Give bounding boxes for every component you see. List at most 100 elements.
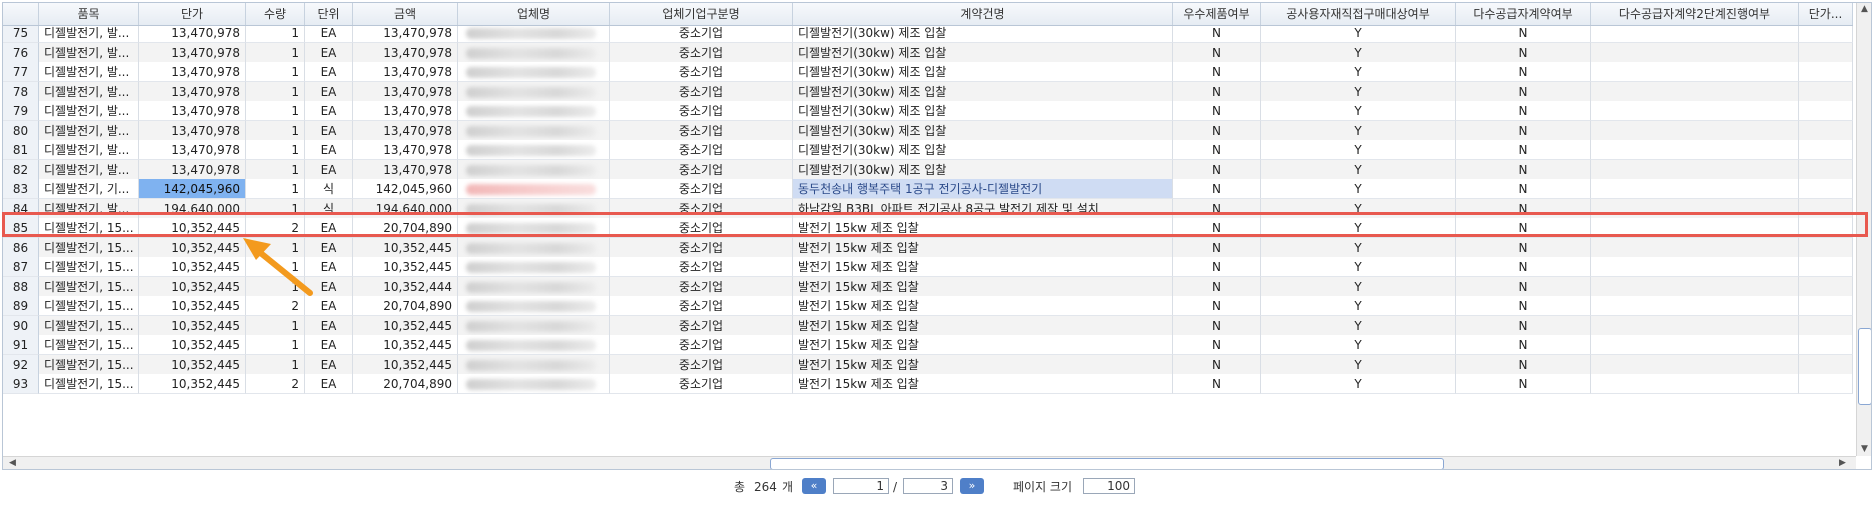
multi-supplier-cell[interactable]: N xyxy=(1456,276,1591,297)
table-row[interactable]: 88 디젤발전기, 15... 10,352,445 1 EA 10,352,444 중소기… xyxy=(3,276,1853,297)
contract-cell[interactable]: 디젤발전기(30kw) 제조 입찰 xyxy=(793,120,1173,141)
multi-supplier-2nd-cell[interactable] xyxy=(1591,335,1799,355)
qty-cell[interactable]: 1 xyxy=(246,140,305,160)
excellent-cell[interactable]: N xyxy=(1173,159,1261,180)
row-index[interactable]: 88 xyxy=(3,276,39,297)
row-index[interactable]: 81 xyxy=(3,140,39,160)
multi-supplier-2nd-cell[interactable] xyxy=(1591,159,1799,180)
company-type-cell[interactable]: 중소기업 xyxy=(610,237,793,258)
company-cell-blurred[interactable] xyxy=(458,81,610,102)
multi-supplier-cell[interactable]: N xyxy=(1456,374,1591,394)
row-index[interactable]: 86 xyxy=(3,237,39,258)
price-cell[interactable]: 13,470,978 xyxy=(139,26,246,43)
direct-purchase-cell[interactable]: Y xyxy=(1261,315,1456,336)
amount-cell[interactable]: 10,352,445 xyxy=(353,315,458,336)
price-cell[interactable]: 13,470,978 xyxy=(139,120,246,141)
contract-cell[interactable]: 발전기 15kw 제조 입찰 xyxy=(793,296,1173,316)
company-type-cell[interactable]: 중소기업 xyxy=(610,315,793,336)
unit-price-more-cell[interactable] xyxy=(1799,42,1853,63)
price-cell[interactable]: 10,352,445 xyxy=(139,374,246,394)
table-row[interactable]: 81 디젤발전기, 발... 13,470,978 1 EA 13,470,978 중소기업… xyxy=(3,140,1853,160)
company-cell-blurred[interactable] xyxy=(458,179,610,199)
company-cell-blurred[interactable] xyxy=(458,120,610,141)
company-cell-blurred[interactable] xyxy=(458,374,610,394)
multi-supplier-2nd-cell[interactable] xyxy=(1591,26,1799,43)
unit-price-more-header[interactable]: 단가... xyxy=(1799,3,1853,25)
next-page-button[interactable]: » xyxy=(960,478,984,494)
item-cell[interactable]: 디젤발전기, 15... xyxy=(39,257,139,277)
table-row[interactable]: 92 디젤발전기, 15... 10,352,445 1 EA 10,352,445 중소기… xyxy=(3,354,1853,375)
multi-supplier-2nd-cell[interactable] xyxy=(1591,62,1799,82)
contract-cell[interactable]: 디젤발전기(30kw) 제조 입찰 xyxy=(793,42,1173,63)
contract-cell[interactable]: 발전기 15kw 제조 입찰 xyxy=(793,315,1173,336)
qty-cell[interactable]: 1 xyxy=(246,159,305,180)
excellent-cell[interactable]: N xyxy=(1173,120,1261,141)
contract-cell[interactable]: 발전기 15kw 제조 입찰 xyxy=(793,218,1173,238)
horizontal-scroll-thumb[interactable] xyxy=(770,458,1444,469)
multi-supplier-2nd-cell[interactable] xyxy=(1591,101,1799,121)
row-index[interactable]: 82 xyxy=(3,159,39,180)
prev-page-button[interactable]: « xyxy=(802,478,826,494)
table-row[interactable]: 79 디젤발전기, 발... 13,470,978 1 EA 13,470,978 중소기업… xyxy=(3,101,1853,121)
qty-cell[interactable]: 2 xyxy=(246,374,305,394)
direct-purchase-cell[interactable]: Y xyxy=(1261,62,1456,82)
table-row[interactable]: 76 디젤발전기, 발... 13,470,978 1 EA 13,470,978 중소기업… xyxy=(3,42,1853,63)
item-cell[interactable]: 디젤발전기, 발... xyxy=(39,101,139,121)
excellent-cell[interactable]: N xyxy=(1173,198,1261,219)
qty-cell[interactable]: 1 xyxy=(246,257,305,277)
multi-supplier-cell[interactable]: N xyxy=(1456,159,1591,180)
price-cell[interactable]: 10,352,445 xyxy=(139,354,246,375)
row-index[interactable]: 77 xyxy=(3,62,39,82)
company-type-cell[interactable]: 중소기업 xyxy=(610,159,793,180)
unit-cell[interactable]: EA xyxy=(305,42,353,63)
excellent-cell[interactable]: N xyxy=(1173,62,1261,82)
unit-cell[interactable]: EA xyxy=(305,62,353,82)
vertical-scrollbar[interactable]: ▲ ▼ xyxy=(1856,3,1871,456)
current-page-input[interactable]: 1 xyxy=(833,478,889,494)
amount-cell[interactable]: 10,352,445 xyxy=(353,257,458,277)
company-cell-blurred[interactable] xyxy=(458,218,610,238)
row-index[interactable]: 83 xyxy=(3,179,39,199)
company-cell-blurred[interactable] xyxy=(458,315,610,336)
unit-cell[interactable]: 식 xyxy=(305,198,353,219)
unit-cell[interactable]: EA xyxy=(305,26,353,43)
amount-cell[interactable]: 10,352,444 xyxy=(353,276,458,297)
multi-supplier-2nd-cell[interactable] xyxy=(1591,257,1799,277)
excellent-cell[interactable]: N xyxy=(1173,335,1261,355)
contract-cell[interactable]: 디젤발전기(30kw) 제조 입찰 xyxy=(793,159,1173,180)
multi-supplier-cell[interactable]: N xyxy=(1456,140,1591,160)
amount-cell[interactable]: 10,352,445 xyxy=(353,354,458,375)
table-row[interactable]: 91 디젤발전기, 15... 10,352,445 1 EA 10,352,445 중소기… xyxy=(3,335,1853,355)
contract-cell[interactable]: 발전기 15kw 제조 입찰 xyxy=(793,335,1173,355)
direct-purchase-cell[interactable]: Y xyxy=(1261,42,1456,63)
page-size-input[interactable]: 100 xyxy=(1083,478,1135,494)
company-type-cell[interactable]: 중소기업 xyxy=(610,257,793,277)
contract-cell[interactable]: 하남감일 B3BL 아파트 전기공사 8공구 발전기 제작 및 설치 xyxy=(793,198,1173,219)
table-row[interactable]: 85 디젤발전기, 15... 10,352,445 2 EA 20,704,890 중소기… xyxy=(3,218,1853,238)
multi-supplier-cell[interactable]: N xyxy=(1456,257,1591,277)
row-index[interactable]: 91 xyxy=(3,335,39,355)
table-row[interactable]: 75 디젤발전기, 발... 13,470,978 1 EA 13,470,978 중소기업… xyxy=(3,26,1853,43)
company-type-cell[interactable]: 중소기업 xyxy=(610,42,793,63)
amount-cell[interactable]: 10,352,445 xyxy=(353,237,458,258)
price-cell[interactable]: 13,470,978 xyxy=(139,62,246,82)
company-cell-blurred[interactable] xyxy=(458,257,610,277)
item-cell[interactable]: 디젤발전기, 발... xyxy=(39,159,139,180)
contract-cell[interactable]: 발전기 15kw 제조 입찰 xyxy=(793,374,1173,394)
direct-purchase-cell[interactable]: Y xyxy=(1261,354,1456,375)
unit-cell[interactable]: EA xyxy=(305,140,353,160)
direct-purchase-cell[interactable]: Y xyxy=(1261,120,1456,141)
item-cell[interactable]: 디젤발전기, 발... xyxy=(39,120,139,141)
company-cell-blurred[interactable] xyxy=(458,62,610,82)
qty-cell[interactable]: 1 xyxy=(246,42,305,63)
item-cell[interactable]: 디젤발전기, 15... xyxy=(39,218,139,238)
item-cell[interactable]: 디젤발전기, 발... xyxy=(39,140,139,160)
unit-price-more-cell[interactable] xyxy=(1799,62,1853,82)
row-index-header[interactable] xyxy=(3,3,39,25)
price-cell[interactable]: 10,352,445 xyxy=(139,237,246,258)
direct-purchase-cell[interactable]: Y xyxy=(1261,257,1456,277)
company-type-cell[interactable]: 중소기업 xyxy=(610,140,793,160)
table-row[interactable]: 90 디젤발전기, 15... 10,352,445 1 EA 10,352,445 중소기… xyxy=(3,315,1853,336)
company-type-cell[interactable]: 중소기업 xyxy=(610,62,793,82)
row-index[interactable]: 78 xyxy=(3,81,39,102)
